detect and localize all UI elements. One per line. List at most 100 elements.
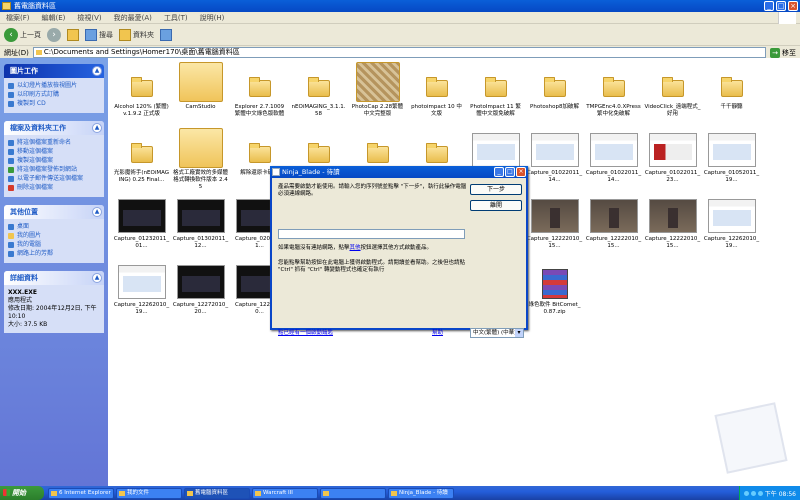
address-input[interactable]: C:\Documents and Settings\Homer170\桌面\舊電… (32, 47, 766, 58)
file-item[interactable]: Photoshop8加破解 (525, 58, 584, 124)
task-misc[interactable] (320, 487, 386, 499)
details-header[interactable]: 詳細資料 ▲ (4, 271, 104, 285)
back-button[interactable]: ‹ 上一頁 (4, 27, 41, 42)
task-slideshow[interactable]: 以幻燈片播放檢視圖片 (8, 82, 100, 90)
file-item[interactable]: PhotoCap 2.28繁體中文完整版 (348, 58, 407, 124)
file-item[interactable]: Capture_01022011_14... (584, 124, 643, 190)
place-desktop[interactable]: 桌面 (8, 223, 100, 231)
collapse-chevron-icon[interactable]: ▲ (92, 207, 102, 217)
folder-icon (178, 62, 223, 102)
file-item[interactable]: photoimpact 10 中文版 (407, 58, 466, 124)
tray-icon[interactable] (757, 490, 763, 496)
file-item[interactable]: Capture_12222010_15... (584, 190, 643, 256)
task-rename[interactable]: 將這個檔案重新命名 (8, 139, 100, 147)
menu-help[interactable]: 說明(H) (200, 13, 225, 23)
file-item[interactable]: PhotoImpact 11 繁體中文版免破解 (466, 58, 525, 124)
file-item[interactable]: VideoClick_遠端程式_好用 (643, 58, 702, 124)
task-my-docs[interactable]: 我的文件 (116, 487, 182, 499)
task-copy-cd[interactable]: 複製到 CD (8, 100, 100, 108)
file-item[interactable]: Capture_12222010_15... (643, 190, 702, 256)
go-button[interactable]: → 移至 (770, 47, 800, 58)
views-button[interactable] (160, 28, 172, 41)
file-item[interactable]: 格式工廠實效的多媒體格式轉換軟件版本 2.45 (171, 124, 230, 190)
menu-tools[interactable]: 工具(T) (164, 13, 188, 23)
file-item[interactable]: Capture_12262010_19... (702, 190, 761, 256)
folders-label: 資料夾 (133, 30, 154, 39)
place-my-pictures[interactable]: 我的圖片 (8, 232, 100, 240)
title-bar[interactable]: 舊電腦資料區 _ □ × (0, 0, 800, 12)
folder-icon (425, 76, 448, 97)
other-link[interactable]: 其他 (350, 245, 361, 251)
task-ie[interactable]: 6 Internet Explorer (48, 487, 114, 499)
dialog-close-button[interactable]: × (516, 167, 526, 177)
place-label: 桌面 (17, 223, 30, 230)
file-label: Capture_12222010_15... (585, 236, 642, 249)
task-explorer[interactable]: 舊電腦資料區 (184, 487, 250, 499)
file-item[interactable]: 綠色軟件 BitComet_0.87.zip (525, 256, 584, 322)
dialog-title: Ninja_Blade - 待讀 (282, 168, 340, 176)
file-thumbnail (531, 62, 579, 102)
menu-edit[interactable]: 編輯(E) (42, 13, 66, 23)
menu-file[interactable]: 檔案(F) (6, 13, 30, 23)
close-button[interactable]: × (788, 1, 798, 11)
place-network[interactable]: 網路上的芳鄰 (8, 250, 100, 258)
file-item[interactable]: Capture_01232011_01... (112, 190, 171, 256)
file-label: 格式工廠實效的多媒體格式轉換軟件版本 2.45 (172, 170, 228, 190)
dialog-title-bar[interactable]: Ninja_Blade - 待讀 _ □ × (270, 166, 528, 178)
file-item[interactable]: 光影魔術手(nEOiMAGING) 0.25 Final... (112, 124, 171, 190)
serial-input[interactable] (278, 229, 465, 239)
file-item[interactable]: Explorer 2.7.1009 繁體中文綠色版軟體 (230, 58, 289, 124)
next-button[interactable]: 下一步 (470, 184, 522, 195)
file-item[interactable]: CamStudio (171, 58, 230, 124)
folder-icon (366, 142, 389, 163)
task-order-prints[interactable]: 以印刷方式訂購 (8, 91, 100, 99)
toolbar: ‹ 上一頁 › 搜尋 資料夾 (0, 24, 800, 46)
file-item[interactable]: nEOiMAGING_3.1.1.58 (289, 58, 348, 124)
search-button[interactable]: 搜尋 (85, 28, 113, 41)
menu-view[interactable]: 檢視(V) (77, 13, 101, 23)
task-warcraft[interactable]: Warcraft III (252, 487, 318, 499)
file-item[interactable]: Capture_12262010_19... (112, 256, 171, 322)
tray-icon[interactable] (750, 490, 756, 496)
place-my-computer[interactable]: 我的電腦 (8, 241, 100, 249)
folders-icon (119, 28, 131, 41)
file-item[interactable]: Capture_12222010_15... (525, 190, 584, 256)
task-delete[interactable]: 刪除這個檔案 (8, 184, 100, 192)
exit-button[interactable]: 離開 (470, 200, 522, 211)
dialog-maximize-button[interactable]: □ (505, 167, 515, 177)
file-item[interactable]: 千千靜聽 (702, 58, 761, 124)
file-item[interactable]: Capture_01022011_14... (525, 124, 584, 190)
start-button[interactable]: 開始 (0, 486, 44, 500)
other-places-header[interactable]: 其他位置 ▲ (4, 205, 104, 219)
menu-favorites[interactable]: 我的最愛(A) (114, 13, 152, 23)
help-link[interactable]: 幫助 (432, 330, 452, 337)
file-item[interactable]: Capture_01022011_23... (643, 124, 702, 190)
image-thumbnail (648, 198, 697, 233)
task-move[interactable]: 移動這個檔案 (8, 148, 100, 156)
file-item[interactable]: Capture_12272010_20... (171, 256, 230, 322)
file-label: 光影魔術手(nEOiMAGING) 0.25 Final... (113, 170, 170, 183)
forward-button[interactable]: › (47, 27, 61, 42)
collapse-chevron-icon[interactable]: ▲ (92, 66, 102, 76)
task-email[interactable]: 以電子郵件傳送這個檔案 (8, 175, 100, 183)
task-copy[interactable]: 複製這個檔案 (8, 157, 100, 165)
collapse-chevron-icon[interactable]: ▲ (92, 123, 102, 133)
picture-tasks-header[interactable]: 圖片工作 ▲ (4, 64, 104, 78)
task-publish[interactable]: 將這個檔案發佈到網站 (8, 166, 100, 174)
file-item[interactable]: Alcohol 120% (繁體) v.1.9.2 正式版 (112, 58, 171, 124)
dialog-minimize-button[interactable]: _ (494, 167, 504, 177)
image-thumbnail (530, 198, 579, 233)
task-ninja-blade[interactable]: Ninja_Blade - 待讀 (388, 487, 454, 499)
maximize-button[interactable]: □ (776, 1, 786, 11)
file-item[interactable]: Capture_01052011_19... (702, 124, 761, 190)
file-tasks-header[interactable]: 檔案及資料夾工作 ▲ (4, 121, 104, 135)
file-item[interactable]: Capture_01302011_12... (171, 190, 230, 256)
folders-button[interactable]: 資料夾 (119, 28, 154, 41)
file-item[interactable]: TMPGEnc4.0.XPress繁中化免破解 (584, 58, 643, 124)
language-select[interactable]: 中文(繁體) (中華) (470, 328, 524, 338)
file-label: Capture_01022011_14... (526, 170, 583, 183)
tray-icon[interactable] (743, 490, 749, 496)
up-folder-button[interactable] (67, 28, 79, 41)
minimize-button[interactable]: _ (764, 1, 774, 11)
collapse-chevron-icon[interactable]: ▲ (92, 273, 102, 283)
